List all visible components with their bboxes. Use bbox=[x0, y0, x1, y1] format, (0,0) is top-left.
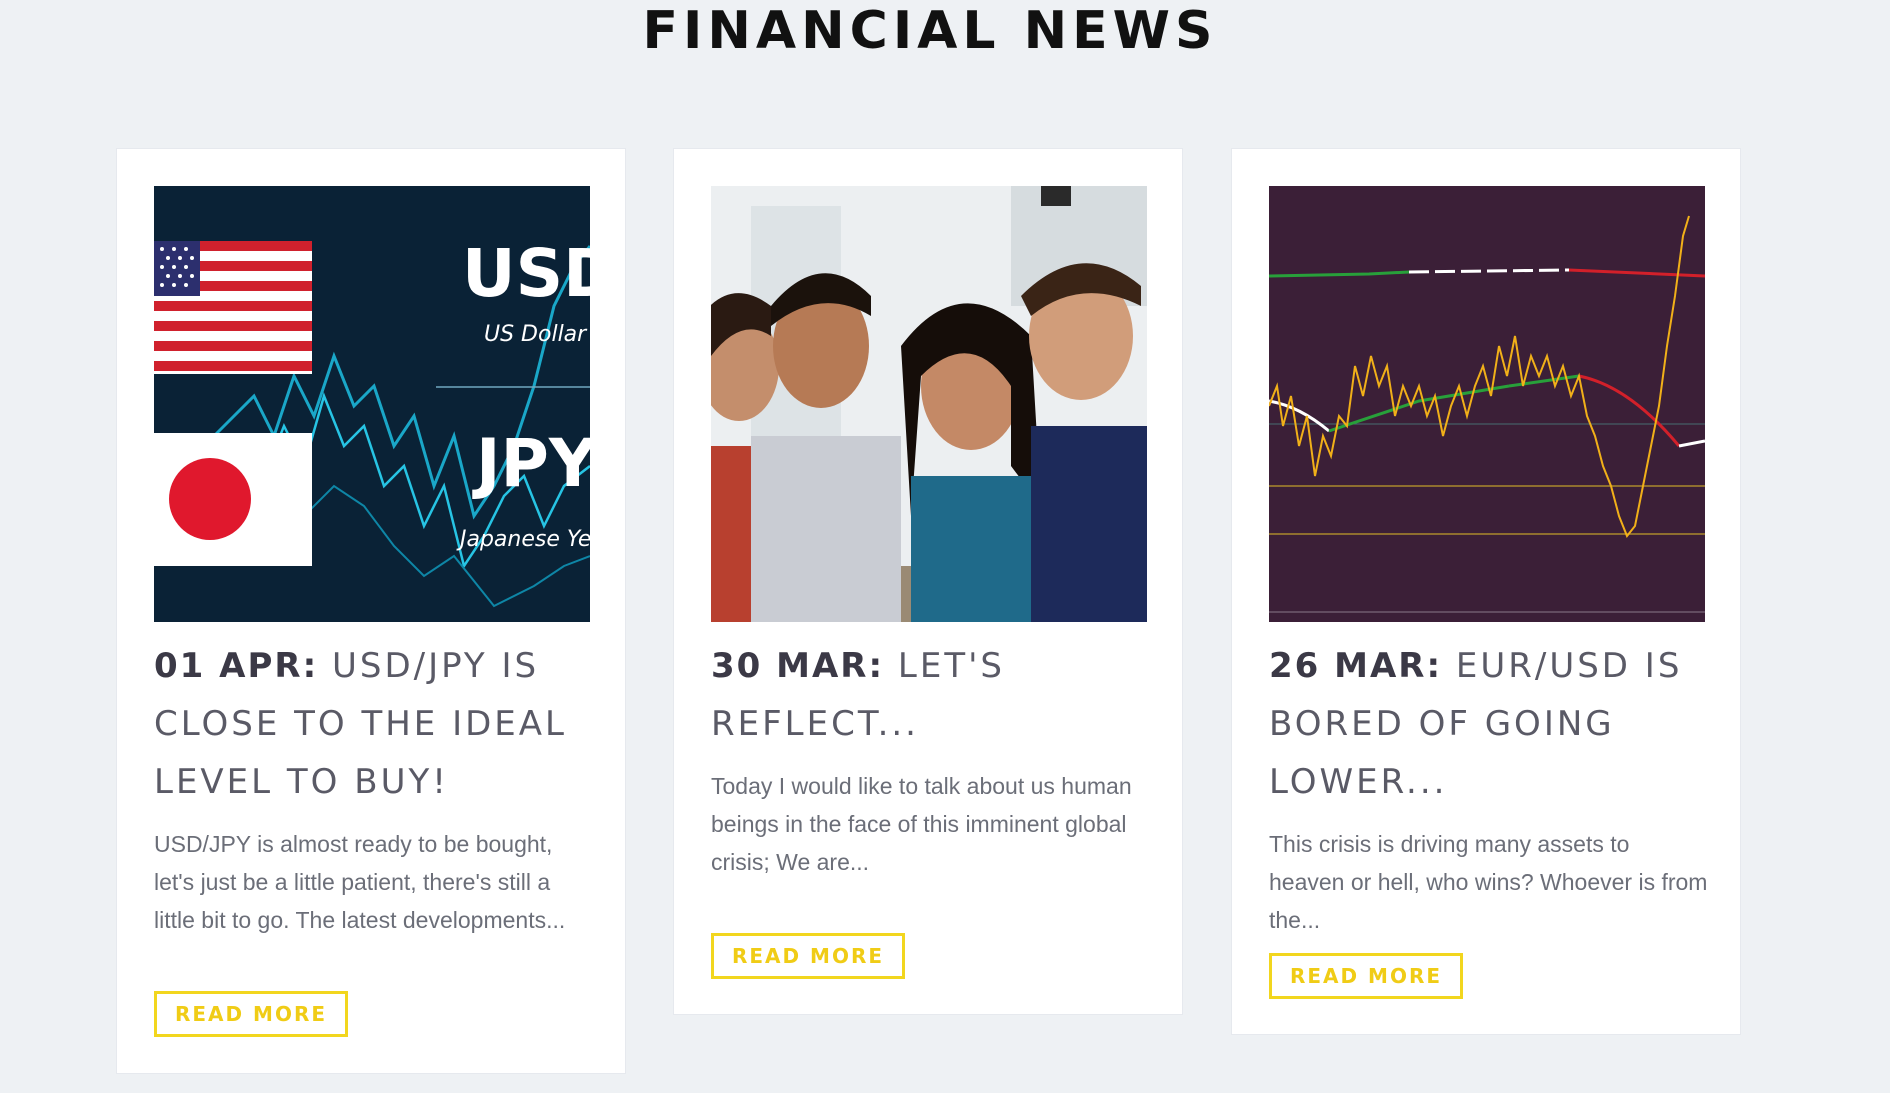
article-date: 26 MAR: bbox=[1269, 646, 1443, 686]
us-flag-icon bbox=[154, 241, 312, 374]
news-card-eur-usd: 26 MAR: EUR/USD IS BORED OF GOING LOWER.… bbox=[1231, 148, 1741, 1035]
article-title[interactable]: 26 MAR: EUR/USD IS BORED OF GOING LOWER.… bbox=[1269, 637, 1709, 811]
section-title: FINANCIAL NEWS bbox=[642, 1, 1218, 61]
image-label-jpy-sub: Japanese Yen bbox=[456, 527, 590, 552]
article-image-eur-usd[interactable] bbox=[1269, 186, 1705, 622]
article-title[interactable]: 01 APR: USD/JPY IS CLOSE TO THE IDEAL LE… bbox=[154, 637, 594, 811]
article-date: 30 MAR: bbox=[711, 646, 885, 686]
article-image-usd-jpy[interactable]: USD US Dollar JPY Japanese Yen bbox=[154, 186, 590, 622]
read-more-button[interactable]: READ MORE bbox=[1269, 953, 1463, 999]
article-title[interactable]: 30 MAR: LET'S REFLECT... bbox=[711, 637, 1151, 753]
news-card-usd-jpy: USD US Dollar JPY Japanese Yen 01 APR: U… bbox=[116, 148, 626, 1074]
image-label-usd: USD bbox=[462, 235, 590, 312]
read-more-button[interactable]: READ MORE bbox=[711, 933, 905, 979]
group-selfie-photo bbox=[711, 186, 1147, 622]
price-chart-illustration bbox=[1269, 186, 1705, 622]
japan-flag-icon bbox=[154, 433, 312, 566]
article-image-lets-reflect[interactable] bbox=[711, 186, 1147, 622]
read-more-button[interactable]: READ MORE bbox=[154, 991, 348, 1037]
article-date: 01 APR: bbox=[154, 646, 319, 686]
image-label-usd-sub: US Dollar bbox=[484, 322, 588, 347]
usd-jpy-illustration: USD US Dollar JPY Japanese Yen bbox=[154, 186, 590, 622]
image-label-jpy: JPY bbox=[472, 425, 590, 502]
news-card-lets-reflect: 30 MAR: LET'S REFLECT... Today I would l… bbox=[673, 148, 1183, 1015]
article-excerpt: This crisis is driving many assets to he… bbox=[1269, 831, 1708, 933]
article-excerpt: USD/JPY is almost ready to be bought, le… bbox=[154, 831, 566, 933]
article-excerpt: Today I would like to talk about us huma… bbox=[711, 773, 1132, 875]
